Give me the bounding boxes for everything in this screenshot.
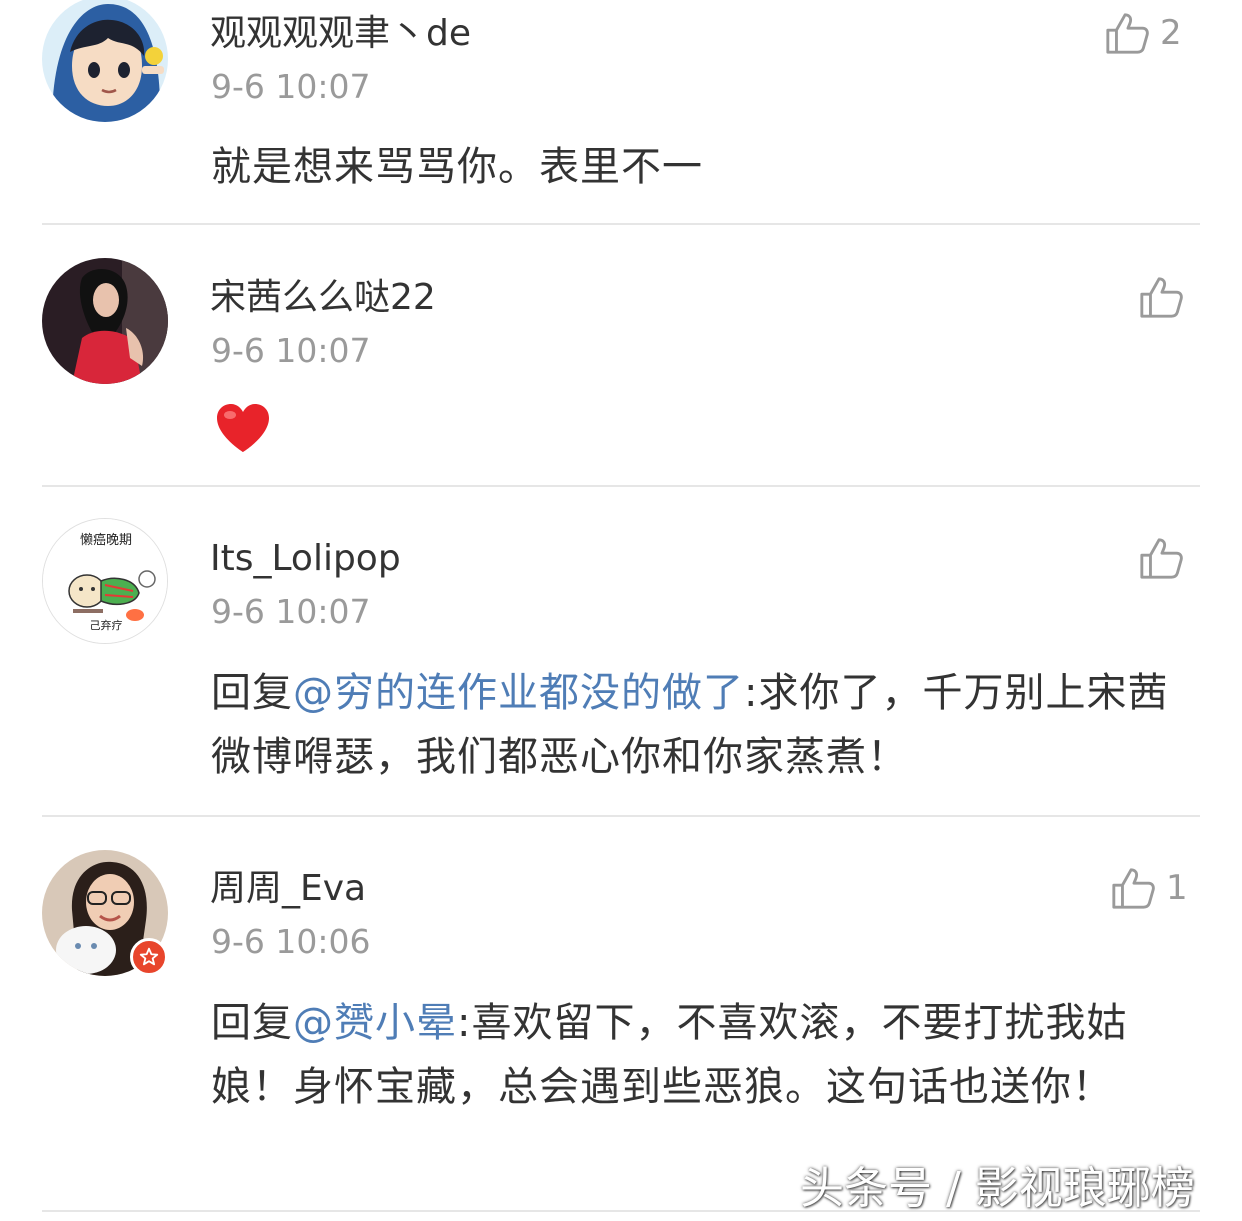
comment-time: 9-6 10:07 [211,331,371,370]
avatar[interactable] [42,258,168,384]
comment-time: 9-6 10:07 [211,67,371,106]
verified-badge [130,938,168,976]
thumbs-up-icon [1112,868,1155,909]
heart-icon [217,404,269,452]
username[interactable]: 周周_Eva [210,867,366,911]
watermark: 头条号 / 影视琅琊榜 [800,1163,1195,1214]
comment-text: 回复@赟小晕:喜欢留下，不喜欢滚，不要打扰我姑娘！身怀宝藏，总会遇到些恶狼。这句… [211,991,1191,1119]
like-count: 1 [1166,868,1188,908]
reply-prefix: 回复 [211,1000,293,1046]
avatar[interactable]: 懒癌晚期 己弃疗 [42,518,168,644]
avatar-caption-bottom: 己弃疗 [89,619,123,632]
thumbs-up-icon [1140,538,1183,579]
avatar[interactable] [42,0,168,122]
comment-text: 就是想来骂骂你。表里不一 [211,144,703,190]
comment-text: 回复@穷的连作业都没的做了:求你了，千万别上宋茜微博嘚瑟，我们都恶心你和你家蒸煮… [211,661,1191,789]
like-count: 2 [1160,13,1182,53]
like-button[interactable] [1138,274,1194,320]
thumbs-up-icon [1106,13,1149,54]
username[interactable]: Its_Lolipop [210,537,401,581]
avatar-image [42,258,168,384]
divider [42,815,1200,817]
divider [42,223,1200,225]
avatar-image [42,0,168,122]
mention-link[interactable]: @赟小晕 [293,1000,457,1046]
comment-list: 观观观观聿丶de 9-6 10:07 就是想来骂骂你。表里不一 2 宋茜么么哒2… [0,0,1242,1221]
comment-time: 9-6 10:06 [211,922,371,961]
avatar-caption-top: 懒癌晚期 [79,533,132,548]
username[interactable]: 宋茜么么哒22 [210,276,436,320]
like-button[interactable]: 1 [1110,865,1188,911]
username[interactable]: 观观观观聿丶de [210,12,471,56]
like-button[interactable]: 2 [1104,10,1182,56]
divider [42,485,1200,487]
thumbs-up-icon [1140,277,1183,318]
like-button[interactable] [1138,535,1194,581]
comment-time: 9-6 10:07 [211,592,371,631]
reply-prefix: 回复 [211,670,293,716]
mention-link[interactable]: @穷的连作业都没的做了 [293,670,744,716]
star-icon [139,947,159,966]
